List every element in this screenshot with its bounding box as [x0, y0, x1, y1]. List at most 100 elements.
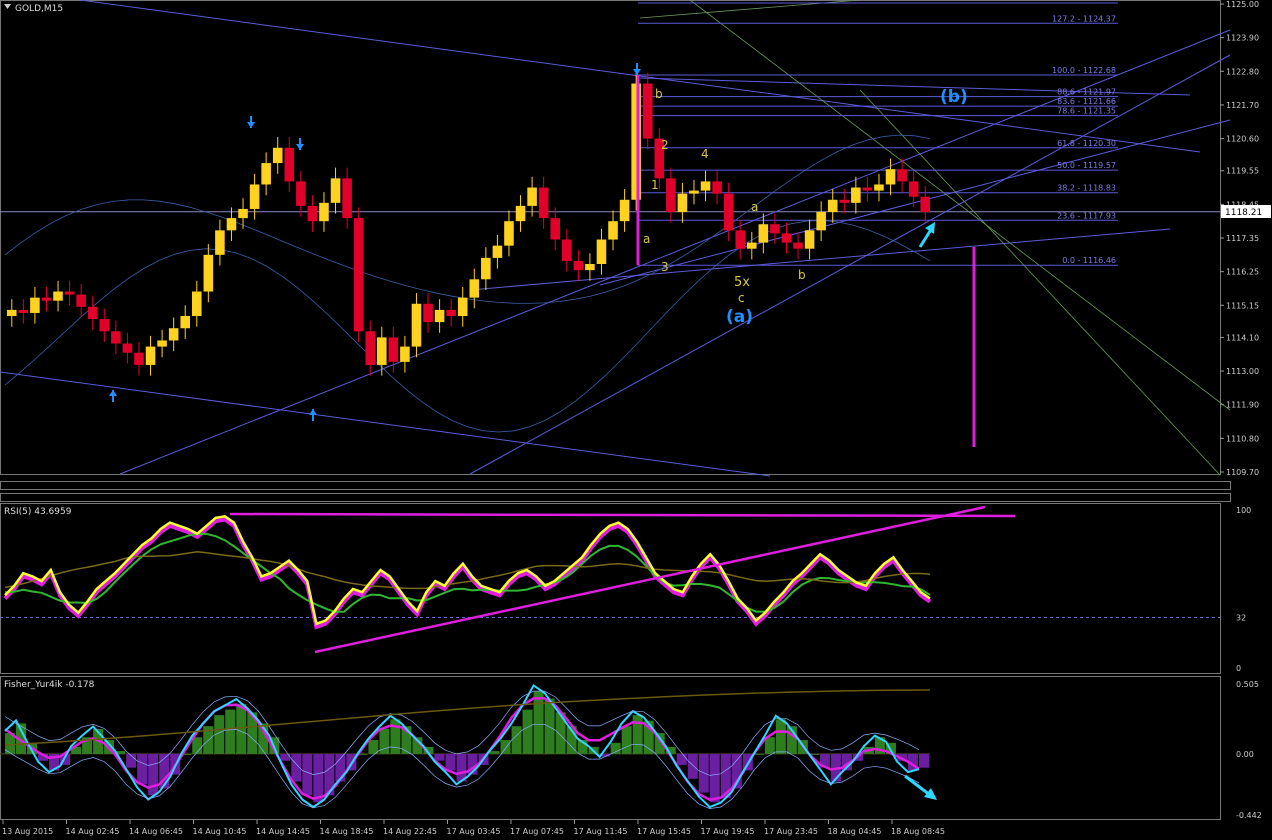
time-axis-label: 18 Aug 08:45 — [891, 827, 945, 836]
candle-body — [18, 309, 29, 313]
candle-body — [434, 309, 445, 323]
candle-body — [238, 208, 248, 219]
candle-body — [492, 245, 503, 258]
candle-body — [76, 294, 86, 307]
fisher-panel[interactable] — [0, 676, 1221, 820]
fisher-histogram-bar — [687, 753, 698, 779]
wave-label-4: 4 — [701, 147, 709, 161]
wave-label-c: c — [738, 291, 745, 305]
price-axis-label: 1116.25 — [1226, 268, 1259, 277]
candle-body — [631, 83, 641, 200]
candle-body — [770, 224, 780, 234]
fisher-histogram-bar — [698, 753, 709, 793]
fisher-histogram-bar — [225, 709, 236, 754]
time-axis-label: 18 Aug 04:45 — [828, 827, 882, 836]
candle-body — [353, 218, 364, 332]
candle-body — [793, 242, 803, 249]
price-axis-label: 1115.15 — [1226, 301, 1259, 310]
fib-level-label: 38.2 - 1118.83 — [1057, 184, 1116, 193]
price-axis-label: 1110.80 — [1226, 434, 1259, 443]
fisher-histogram-bar — [544, 698, 555, 754]
wave-label-a2: a — [751, 200, 758, 214]
candle-body — [180, 316, 190, 329]
time-axis-label: 13 Aug 2015 — [2, 827, 53, 836]
candle-body — [99, 319, 110, 332]
candle-body — [365, 331, 375, 365]
candle-body — [608, 221, 618, 240]
candle-body — [342, 178, 352, 219]
time-axis-label: 14 Aug 02:45 — [66, 827, 120, 836]
candle-body — [827, 199, 838, 212]
candle-body — [515, 205, 526, 222]
candle-body — [134, 352, 144, 365]
fisher-histogram-bar — [368, 740, 379, 754]
fisher-histogram-bar — [192, 737, 203, 754]
fib-level-label: 127.2 - 1124.37 — [1052, 14, 1116, 23]
wave-label-5x: 5x — [734, 275, 750, 290]
candle-body — [758, 224, 769, 243]
candle-body — [920, 196, 930, 212]
fisher-histogram-bar — [500, 740, 511, 754]
candle-body — [481, 257, 491, 280]
candle-body — [851, 187, 861, 203]
candle-body — [296, 181, 306, 206]
fib-level-label: 61.8 - 1120.30 — [1057, 139, 1116, 148]
fisher-histogram-bar — [918, 753, 929, 768]
fib-level-label: 0.0 - 1116.46 — [1062, 256, 1116, 265]
candle-body — [261, 163, 271, 185]
candle-body — [411, 303, 422, 347]
candle-body — [87, 306, 98, 320]
candle-body — [908, 181, 919, 197]
time-axis-label: 17 Aug 15:45 — [637, 827, 691, 836]
candle-body — [469, 279, 480, 298]
candle-body — [538, 187, 549, 219]
candle-body — [550, 218, 560, 240]
time-axis-label: 14 Aug 18:45 — [320, 827, 374, 836]
time-axis-label: 17 Aug 03:45 — [447, 827, 501, 836]
candle-body — [816, 212, 826, 231]
candle-body — [30, 297, 40, 313]
candle-body — [388, 337, 399, 362]
fib-level-label: 50.0 - 1119.57 — [1057, 161, 1116, 170]
time-axis-label: 14 Aug 10:45 — [193, 827, 247, 836]
fisher-title: Fisher_Yur4ik -0.178 — [4, 680, 95, 690]
fisher-histogram-bar — [313, 753, 324, 803]
candle-body — [330, 178, 341, 203]
fisher-histogram-bar — [709, 753, 720, 803]
price-axis-label: 1109.70 — [1226, 468, 1259, 477]
wave-label-big-b: (b) — [940, 87, 968, 107]
price-axis-label: 1111.90 — [1226, 401, 1259, 410]
candle-body — [319, 202, 329, 222]
time-axis-label: 14 Aug 06:45 — [129, 827, 183, 836]
time-axis-label: 17 Aug 11:45 — [574, 827, 628, 836]
candle-body — [700, 181, 711, 191]
current-price-label: 1118.21 — [1225, 208, 1262, 218]
fib-level-label: 100.0 - 1122.68 — [1052, 66, 1116, 75]
candle-body — [41, 297, 52, 301]
fisher-histogram-bar — [621, 726, 632, 754]
candle-body — [677, 193, 688, 212]
wave-label-2: 2 — [661, 138, 669, 152]
time-axis-label: 14 Aug 14:45 — [256, 827, 310, 836]
fisher-histogram-bar — [445, 753, 456, 771]
candle-body — [562, 239, 572, 261]
rsi-axis-label: 32 — [1236, 613, 1246, 622]
candle-body — [585, 264, 595, 271]
candle-body — [839, 199, 850, 203]
main-title: GOLD,M15 — [15, 4, 63, 14]
candle-body — [307, 205, 318, 222]
fisher-histogram-bar — [533, 691, 544, 754]
fisher-histogram-bar — [137, 753, 148, 785]
candle-body — [122, 343, 133, 353]
candle-body — [145, 346, 156, 365]
candle-body — [284, 147, 295, 182]
fisher-histogram-bar — [764, 737, 775, 754]
candle-body — [457, 297, 468, 316]
trading-chart[interactable]: 127.2 - 1124.37 100.0 - 1122.68 88.6 - 112… — [0, 0, 1272, 840]
fisher-histogram-bar — [632, 715, 643, 754]
candle-body — [215, 230, 225, 255]
fib-level-label: 83.6 - 1121.66 — [1057, 97, 1116, 106]
candle-body — [53, 291, 63, 301]
candle-body — [446, 309, 456, 316]
candle-body — [64, 291, 75, 295]
